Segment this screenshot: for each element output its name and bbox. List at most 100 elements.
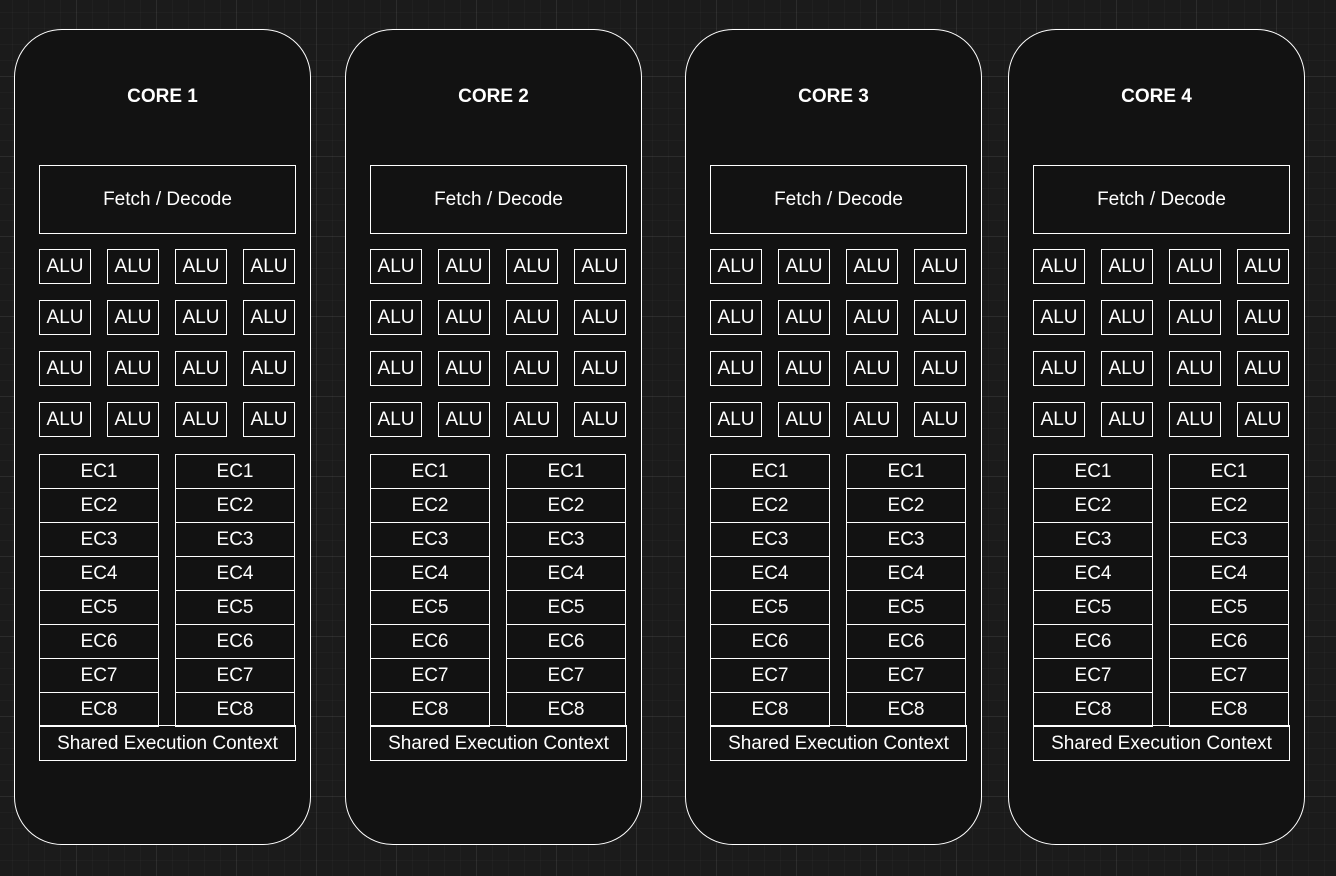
execution-context: EC7 xyxy=(1169,658,1289,693)
alu-unit: ALU xyxy=(107,351,159,386)
execution-context: EC4 xyxy=(39,556,159,591)
alu-unit: ALU xyxy=(1169,300,1221,335)
alu-unit: ALU xyxy=(1237,249,1289,284)
execution-context: EC5 xyxy=(710,590,830,625)
core-1: CORE 1 Fetch / Decode ALU ALU ALU ALU ALU ALU AL… xyxy=(14,29,311,845)
execution-context: EC4 xyxy=(370,556,490,591)
execution-context: EC6 xyxy=(370,624,490,659)
execution-context: EC7 xyxy=(39,658,159,693)
execution-context: EC7 xyxy=(506,658,626,693)
fetch-decode-unit: Fetch / Decode xyxy=(710,165,967,234)
core-title: CORE 1 xyxy=(127,86,198,107)
alu-unit: ALU xyxy=(846,351,898,386)
core-3: CORE 3 Fetch / Decode ALU ALU ALU ALU ALU ALU AL… xyxy=(685,29,982,845)
alu-unit: ALU xyxy=(778,249,830,284)
execution-context: EC8 xyxy=(710,692,830,727)
alu-unit: ALU xyxy=(175,351,227,386)
alu-unit: ALU xyxy=(778,300,830,335)
alu-unit: ALU xyxy=(243,300,295,335)
execution-context: EC1 xyxy=(1033,454,1153,489)
alu-unit: ALU xyxy=(243,402,295,437)
execution-context: EC8 xyxy=(39,692,159,727)
execution-context: EC3 xyxy=(39,522,159,557)
alu-unit: ALU xyxy=(107,402,159,437)
execution-context: EC1 xyxy=(39,454,159,489)
fetch-decode-unit: Fetch / Decode xyxy=(1033,165,1290,234)
execution-context-column-right: EC1 EC2 EC3 EC4 EC5 EC6 EC7 EC8 xyxy=(1169,454,1289,727)
alu-unit: ALU xyxy=(846,300,898,335)
alu-unit: ALU xyxy=(39,249,91,284)
execution-context: EC5 xyxy=(39,590,159,625)
alu-unit: ALU xyxy=(506,351,558,386)
alu-unit: ALU xyxy=(39,351,91,386)
execution-context: EC1 xyxy=(175,454,295,489)
alu-unit: ALU xyxy=(846,249,898,284)
alu-unit: ALU xyxy=(1033,351,1085,386)
execution-context-column-left: EC1 EC2 EC3 EC4 EC5 EC6 EC7 EC8 xyxy=(710,454,830,727)
alu-unit: ALU xyxy=(243,249,295,284)
alu-unit: ALU xyxy=(438,351,490,386)
execution-context-column-left: EC1 EC2 EC3 EC4 EC5 EC6 EC7 EC8 xyxy=(1033,454,1153,727)
core-2: CORE 2 Fetch / Decode ALU ALU ALU ALU ALU ALU AL… xyxy=(345,29,642,845)
execution-context: EC4 xyxy=(1033,556,1153,591)
execution-context: EC8 xyxy=(506,692,626,727)
alu-unit: ALU xyxy=(107,300,159,335)
execution-context: EC6 xyxy=(39,624,159,659)
alu-unit: ALU xyxy=(1169,351,1221,386)
alu-unit: ALU xyxy=(1101,351,1153,386)
execution-context: EC6 xyxy=(710,624,830,659)
alu-unit: ALU xyxy=(1169,249,1221,284)
alu-unit: ALU xyxy=(175,300,227,335)
shared-execution-context: Shared Execution Context xyxy=(1033,725,1290,761)
execution-context: EC5 xyxy=(370,590,490,625)
execution-context-column-right: EC1 EC2 EC3 EC4 EC5 EC6 EC7 EC8 xyxy=(175,454,295,727)
execution-context: EC4 xyxy=(710,556,830,591)
alu-unit: ALU xyxy=(175,402,227,437)
alu-unit: ALU xyxy=(1237,402,1289,437)
alu-unit: ALU xyxy=(1033,300,1085,335)
execution-context: EC2 xyxy=(39,488,159,523)
alu-unit: ALU xyxy=(574,402,626,437)
core-title: CORE 4 xyxy=(1121,86,1192,107)
alu-unit: ALU xyxy=(1101,300,1153,335)
alu-unit: ALU xyxy=(778,402,830,437)
execution-context: EC1 xyxy=(846,454,966,489)
execution-context: EC7 xyxy=(846,658,966,693)
execution-context: EC7 xyxy=(175,658,295,693)
alu-unit: ALU xyxy=(1169,402,1221,437)
alu-unit: ALU xyxy=(506,249,558,284)
alu-unit: ALU xyxy=(846,402,898,437)
execution-context: EC2 xyxy=(506,488,626,523)
execution-context: EC3 xyxy=(846,522,966,557)
shared-execution-context: Shared Execution Context xyxy=(710,725,967,761)
execution-context: EC1 xyxy=(710,454,830,489)
execution-context: EC2 xyxy=(175,488,295,523)
alu-unit: ALU xyxy=(710,249,762,284)
alu-unit: ALU xyxy=(914,351,966,386)
alu-unit: ALU xyxy=(438,249,490,284)
alu-unit: ALU xyxy=(506,402,558,437)
execution-context: EC4 xyxy=(846,556,966,591)
execution-context: EC4 xyxy=(1169,556,1289,591)
execution-context: EC2 xyxy=(846,488,966,523)
fetch-decode-unit: Fetch / Decode xyxy=(370,165,627,234)
alu-unit: ALU xyxy=(914,402,966,437)
execution-context: EC4 xyxy=(506,556,626,591)
execution-context: EC3 xyxy=(506,522,626,557)
alu-unit: ALU xyxy=(1237,351,1289,386)
shared-execution-context: Shared Execution Context xyxy=(370,725,627,761)
alu-unit: ALU xyxy=(574,249,626,284)
execution-context: EC8 xyxy=(175,692,295,727)
alu-unit: ALU xyxy=(370,402,422,437)
alu-unit: ALU xyxy=(710,402,762,437)
execution-context-column-right: EC1 EC2 EC3 EC4 EC5 EC6 EC7 EC8 xyxy=(506,454,626,727)
alu-unit: ALU xyxy=(370,300,422,335)
execution-context: EC8 xyxy=(1169,692,1289,727)
alu-unit: ALU xyxy=(1033,249,1085,284)
alu-unit: ALU xyxy=(107,249,159,284)
execution-context-column-right: EC1 EC2 EC3 EC4 EC5 EC6 EC7 EC8 xyxy=(846,454,966,727)
execution-context: EC5 xyxy=(846,590,966,625)
alu-unit: ALU xyxy=(39,402,91,437)
alu-unit: ALU xyxy=(1101,402,1153,437)
alu-unit: ALU xyxy=(710,351,762,386)
